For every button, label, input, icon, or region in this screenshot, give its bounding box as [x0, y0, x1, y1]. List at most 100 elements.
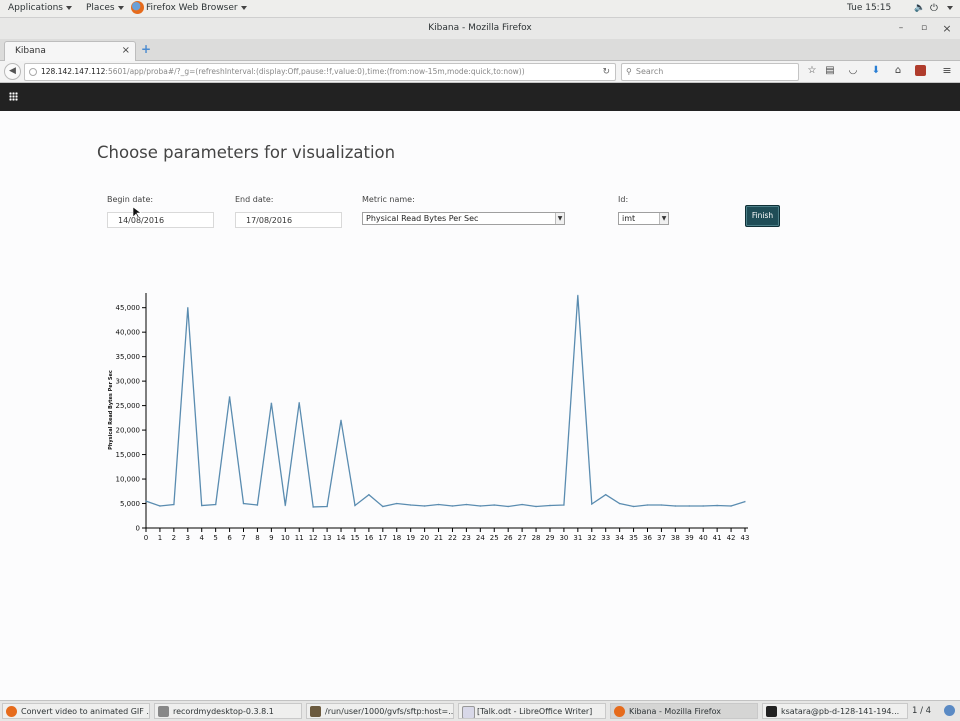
x-tick-label: 0 — [144, 534, 148, 542]
x-tick-label: 43 — [741, 534, 750, 542]
task-item-recordmydesktop[interactable]: recordmydesktop-0.3.8.1 — [154, 703, 302, 719]
places-label: Places — [86, 3, 115, 13]
finish-button[interactable]: Finish — [745, 205, 780, 227]
reload-icon[interactable]: ↻ — [602, 64, 610, 80]
x-tick-label: 38 — [671, 534, 680, 542]
data-point — [159, 505, 161, 507]
applications-menu[interactable]: Applications — [8, 0, 72, 17]
star-icon[interactable]: ☆ — [805, 64, 819, 78]
x-tick-label: 32 — [587, 534, 596, 542]
home-icon[interactable]: ⌂ — [891, 64, 905, 78]
metric-name-label: Metric name: — [362, 195, 415, 204]
y-axis-label: Physical Read Bytes Per Sec — [108, 370, 114, 450]
data-point — [340, 419, 342, 422]
y-tick-label: 20,000 — [116, 427, 141, 435]
task-item-terminal[interactable]: ksatara@pb-d-128-141-194... — [762, 703, 908, 719]
x-tick-label: 14 — [337, 534, 346, 542]
chevron-down-icon: ▼ — [659, 213, 668, 224]
close-window-button[interactable]: × — [939, 18, 955, 39]
task-label: [Talk.odt - LibreOffice Writer] — [477, 707, 593, 716]
task-item-convert-video[interactable]: Convert video to animated GIF ... — [2, 703, 150, 719]
x-tick-label: 17 — [378, 534, 387, 542]
window-title: Kibana - Mozilla Firefox — [428, 23, 532, 33]
chevron-down-icon: ▼ — [555, 213, 564, 224]
search-input[interactable]: ⚲ Search — [621, 63, 799, 81]
x-tick-label: 10 — [281, 534, 290, 542]
power-icon[interactable]: ⏻ — [930, 0, 938, 17]
apps-grid-icon[interactable] — [9, 92, 18, 101]
tab-kibana[interactable]: Kibana × — [4, 41, 136, 61]
back-button[interactable]: ◀ — [4, 63, 21, 80]
x-tick-label: 23 — [462, 534, 471, 542]
notification-icon[interactable] — [944, 705, 955, 716]
chevron-down-icon — [117, 5, 124, 10]
volume-icon[interactable]: 🔈 — [914, 0, 925, 17]
x-tick-label: 2 — [172, 534, 176, 542]
data-point — [242, 502, 245, 505]
data-point — [646, 504, 649, 506]
kibana-nav-bar — [0, 83, 960, 111]
data-point — [270, 402, 273, 404]
info-icon[interactable] — [29, 68, 37, 76]
y-tick-label: 40,000 — [116, 329, 141, 337]
reading-list-icon[interactable]: ▤ — [823, 64, 837, 78]
begin-date-input[interactable]: 14/08/2016 — [107, 212, 214, 228]
url-path: :5601/app/proba#/?_g=(refreshInterval:(d… — [105, 67, 525, 76]
data-point — [228, 395, 231, 398]
workspace-indicator[interactable]: 1 / 4 — [912, 703, 931, 719]
y-tick-label: 0 — [136, 525, 140, 533]
data-point — [256, 504, 259, 506]
end-date-input[interactable]: 17/08/2016 — [235, 212, 342, 228]
x-tick-label: 35 — [629, 534, 638, 542]
task-item-libreoffice[interactable]: [Talk.odt - LibreOffice Writer] — [458, 703, 606, 719]
tab-label: Kibana — [15, 46, 46, 56]
data-point — [298, 401, 301, 404]
task-item-firefox[interactable]: Kibana - Mozilla Firefox — [610, 703, 758, 719]
maximize-button[interactable]: ▫ — [916, 18, 932, 39]
data-point — [368, 493, 370, 496]
data-point — [716, 504, 718, 507]
data-point — [354, 504, 356, 507]
x-tick-label: 20 — [420, 534, 429, 542]
places-menu[interactable]: Places — [86, 0, 124, 17]
minimize-button[interactable]: – — [893, 18, 909, 39]
x-tick-label: 25 — [490, 534, 499, 542]
series-line — [145, 295, 746, 508]
close-tab-icon[interactable]: × — [122, 42, 130, 60]
url-bar[interactable]: 128.142.147.112:5601/app/proba#/?_g=(ref… — [24, 63, 616, 81]
clock[interactable]: Tue 15:15 — [847, 0, 891, 17]
x-tick-label: 24 — [476, 534, 485, 542]
x-tick-label: 13 — [323, 534, 332, 542]
addon-icon[interactable] — [915, 65, 926, 76]
y-tick-label: 25,000 — [116, 402, 141, 410]
chevron-down-icon[interactable] — [944, 0, 953, 17]
y-tick-label: 35,000 — [116, 353, 141, 361]
data-point — [493, 504, 496, 506]
x-tick-label: 15 — [350, 534, 359, 542]
metric-name-select[interactable]: Physical Read Bytes Per Sec ▼ — [362, 212, 565, 225]
x-tick-label: 31 — [573, 534, 582, 542]
data-point — [326, 505, 328, 508]
x-tick-label: 5 — [213, 534, 217, 542]
x-tick-label: 34 — [615, 534, 624, 542]
new-tab-button[interactable]: + — [141, 43, 151, 55]
data-point — [451, 505, 454, 507]
pocket-icon[interactable]: ◡ — [846, 64, 860, 78]
x-tick-label: 28 — [532, 534, 541, 542]
x-tick-label: 7 — [241, 534, 245, 542]
data-point — [312, 506, 314, 508]
download-icon[interactable]: ⬇ — [869, 64, 883, 78]
id-select[interactable]: imt ▼ — [618, 212, 669, 225]
x-tick-label: 26 — [504, 534, 513, 542]
menu-icon[interactable]: ≡ — [940, 64, 954, 78]
browser-app-menu[interactable]: Firefox Web Browser — [131, 0, 247, 17]
y-tick-label: 45,000 — [116, 304, 141, 312]
data-point — [549, 504, 551, 507]
page-title: Choose parameters for visualization — [97, 143, 396, 162]
terminal-icon — [766, 706, 777, 717]
data-point — [730, 505, 732, 507]
data-point — [186, 306, 189, 309]
taskbar: Convert video to animated GIF ... record… — [0, 700, 960, 721]
data-point — [674, 505, 677, 507]
task-item-sftp[interactable]: /run/user/1000/gvfs/sftp:host=... — [306, 703, 454, 719]
